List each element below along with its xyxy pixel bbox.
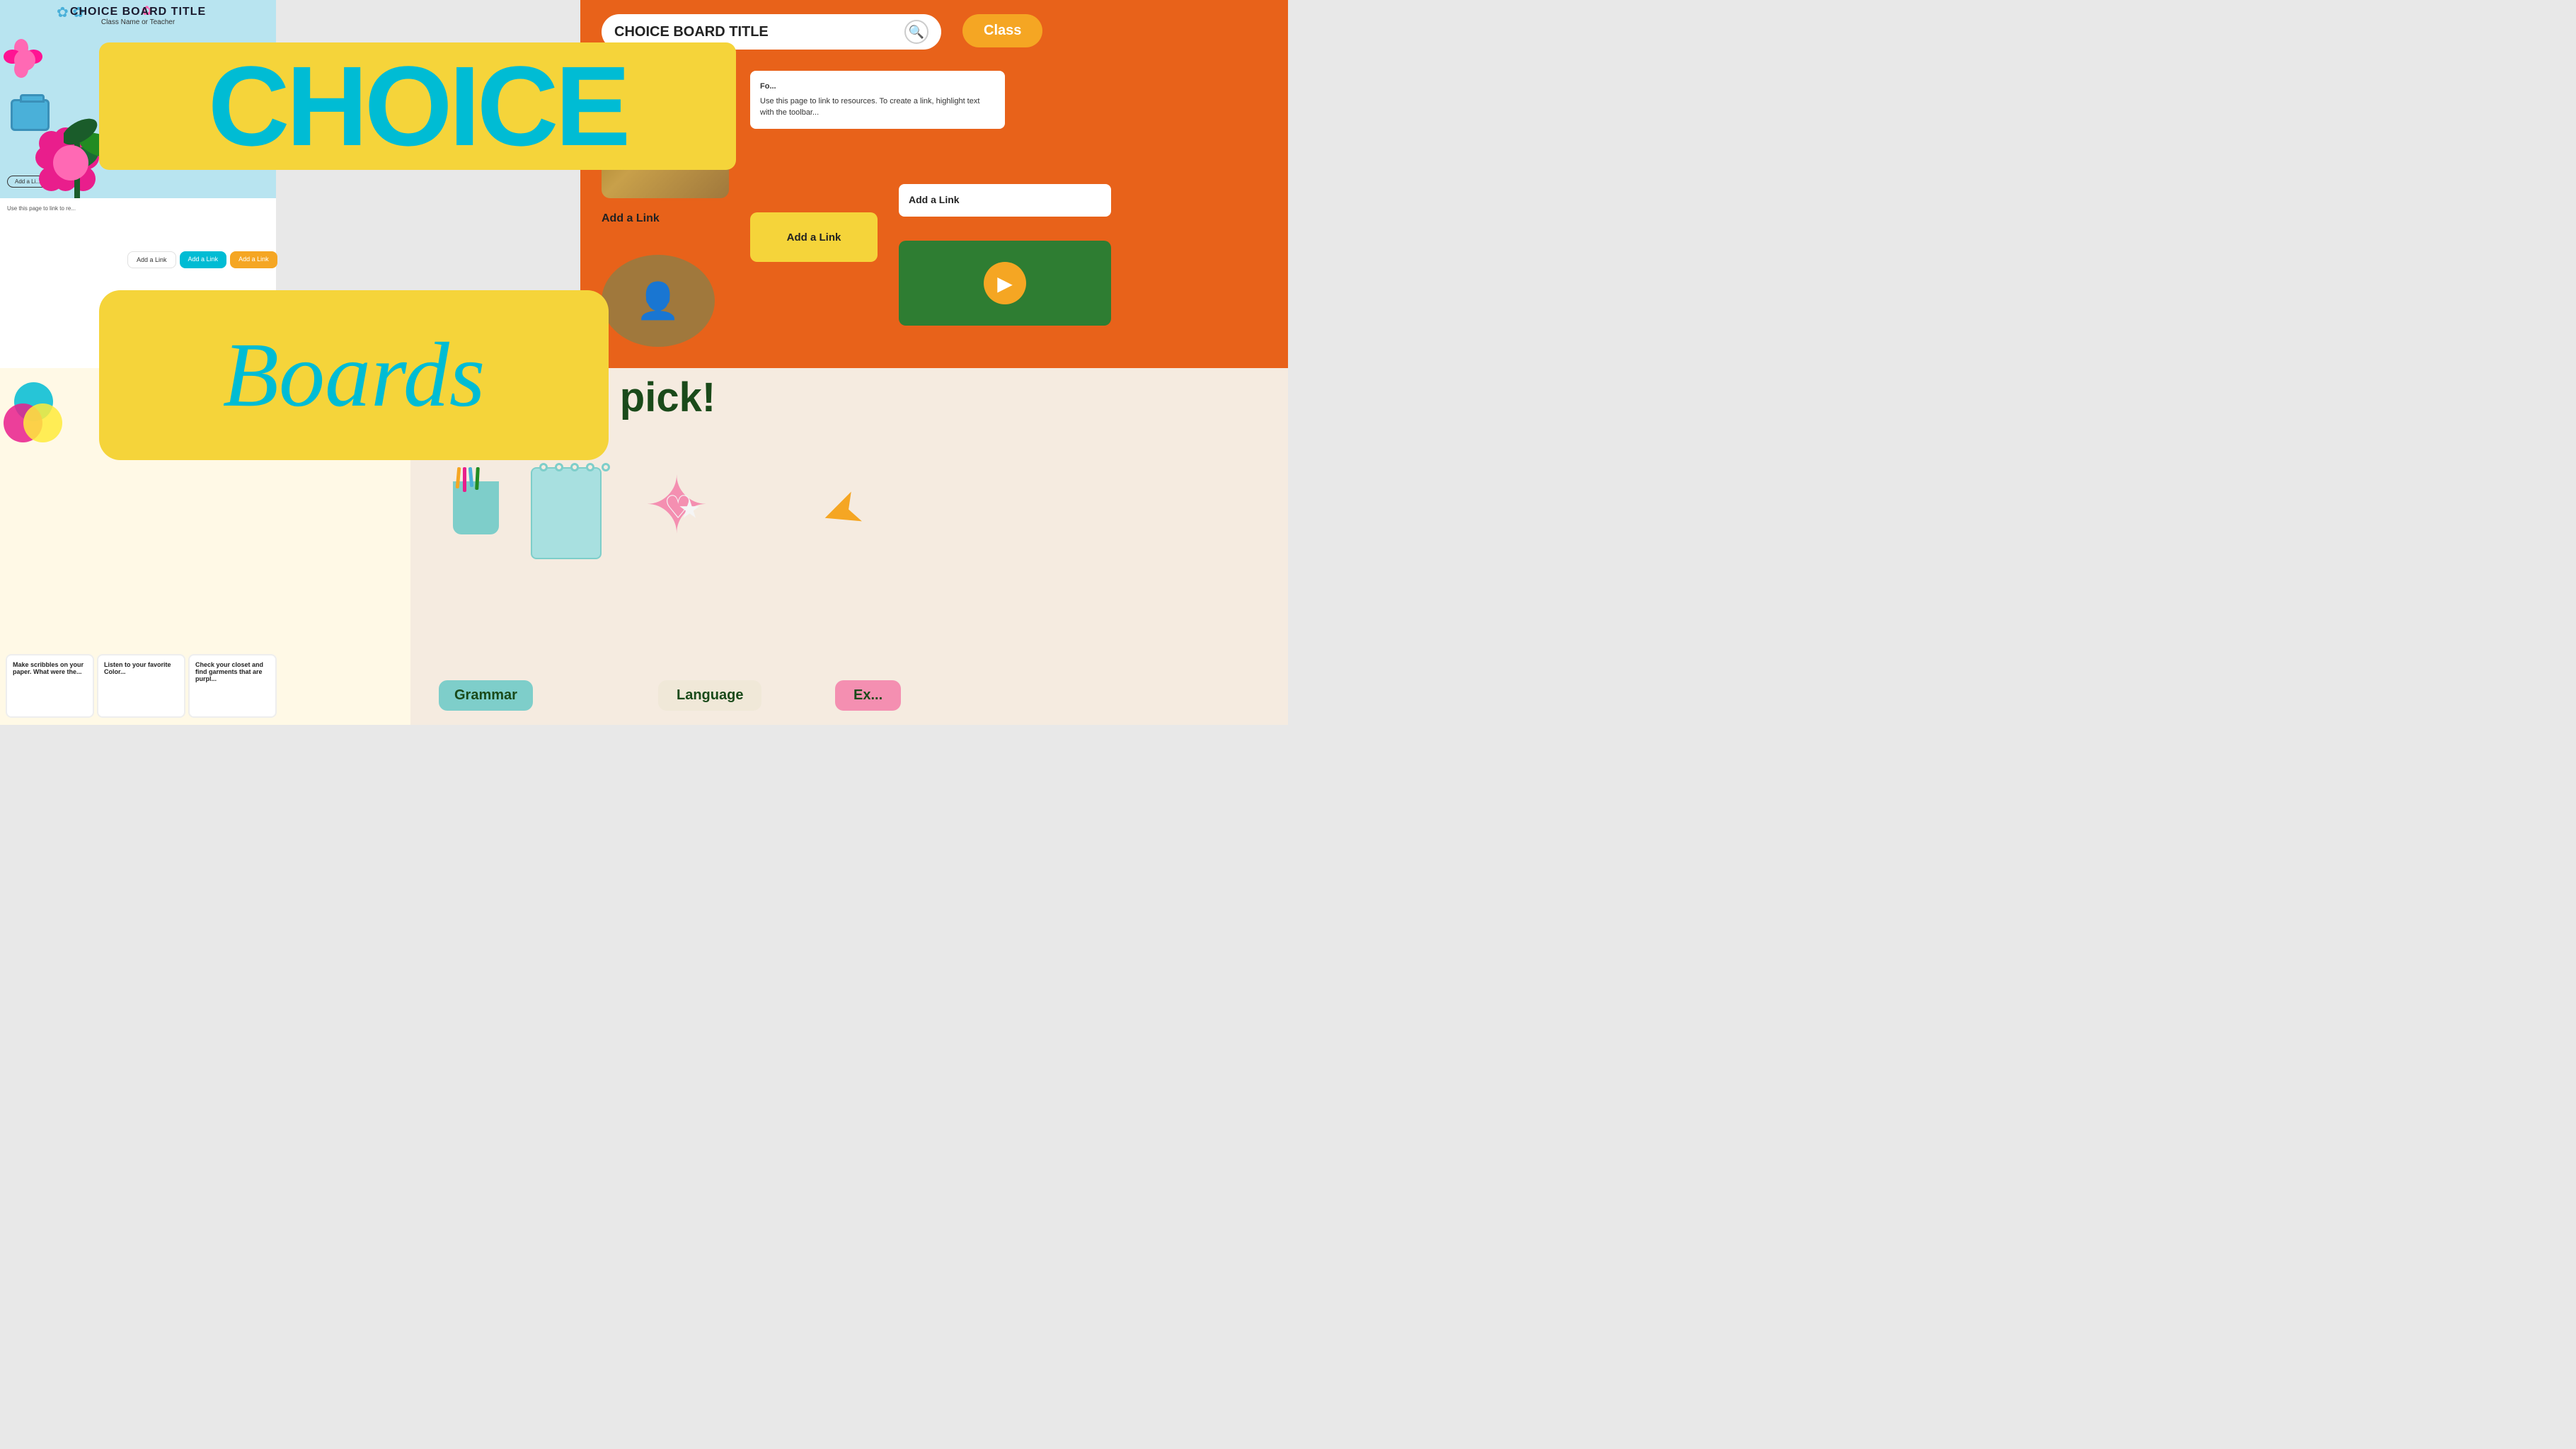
spiral-notebook — [531, 467, 602, 559]
star-heart-badge: ✦ ♡ ★ — [644, 467, 736, 559]
play-icon[interactable]: ▶ — [984, 262, 1026, 304]
search-icon[interactable]: 🔍 — [904, 20, 928, 44]
card-listen: Listen to your favorite Color... — [97, 654, 185, 718]
search-bar-title: CHOICE BOARD TITLE — [614, 24, 904, 40]
mini-card-orange[interactable]: Add a Link — [230, 251, 277, 268]
background-collage: ✿ ✿ ✿ Add a Li... — [0, 0, 1288, 725]
white-info-card: Fo... Use this page to link to resources… — [750, 71, 1005, 129]
grammar-button[interactable]: Grammar — [439, 680, 533, 711]
choice-banner: CHOICE — [99, 42, 736, 170]
pencil-cup-decoration — [453, 481, 499, 534]
boards-banner: Boards — [99, 290, 609, 460]
extra-button[interactable]: Ex... — [835, 680, 901, 711]
arrow-decoration: ➤ — [812, 476, 871, 544]
flower-decoration-topleft — [4, 39, 53, 88]
use-this-page-text: Use this page to link to re... — [7, 205, 134, 212]
mid-cards-row: Add a Link Add a Link Add a Link — [127, 251, 277, 268]
color-circles — [4, 382, 67, 446]
card-closet: Check your closet and find garments that… — [188, 654, 277, 718]
class-name-subtitle: Class Name or Teacher — [0, 18, 276, 26]
bottom-cards-row: Make scribbles on your paper. What were … — [0, 654, 282, 718]
star-inner: ★ — [679, 496, 700, 522]
boards-text: Boards — [223, 322, 485, 428]
person-image-card: 👤 — [602, 255, 715, 347]
for-label: Fo... — [760, 81, 995, 93]
mini-card-teal[interactable]: Add a Link — [180, 251, 227, 268]
topleft-title-area: CHOICE BOARD TITLE Class Name or Teacher — [0, 6, 276, 26]
choice-board-title-topleft: CHOICE BOARD TITLE — [0, 6, 276, 18]
briefcase-icon — [11, 99, 50, 131]
play-button-card[interactable]: ▶ — [899, 241, 1111, 326]
person-icon: 👤 — [636, 280, 680, 322]
class-tab[interactable]: Class — [962, 14, 1042, 47]
add-link-label-2: Add a Link — [909, 194, 960, 205]
mini-card-white[interactable]: Add a Link — [127, 251, 176, 268]
white-add-link-card[interactable]: Add a Link — [899, 184, 1111, 217]
yellow-add-link-card[interactable]: Add a Link — [750, 212, 878, 262]
choice-text: CHOICE — [208, 50, 627, 163]
language-button[interactable]: Language — [658, 680, 761, 711]
add-link-1[interactable]: Add a Link — [602, 212, 660, 225]
white-card-text: Use this page to link to resources. To c… — [760, 96, 995, 119]
card-scribbles: Make scribbles on your paper. What were … — [6, 654, 94, 718]
